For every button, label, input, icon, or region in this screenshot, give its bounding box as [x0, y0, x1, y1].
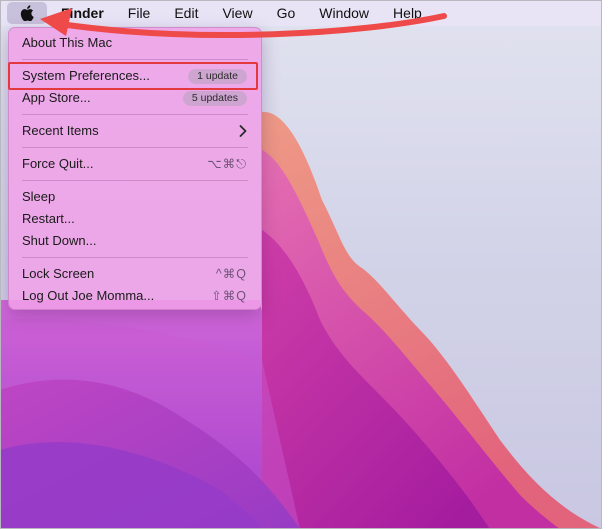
menu-separator [22, 180, 248, 181]
menu-separator [22, 59, 248, 60]
menubar-file[interactable]: File [116, 0, 163, 26]
menubar-edit[interactable]: Edit [162, 0, 210, 26]
menu-item-label: Sleep [22, 189, 56, 204]
menu-item-log-out[interactable]: Log Out Joe Momma... ⇧⌘Q [9, 285, 261, 307]
menu-item-force-quit[interactable]: Force Quit... ⌥⌘⎋ [9, 153, 261, 175]
chevron-right-icon [239, 125, 247, 137]
apple-menu-dropdown: About This Mac System Preferences... 1 u… [8, 27, 262, 310]
update-badge: 1 update [188, 68, 247, 84]
menu-item-about-this-mac[interactable]: About This Mac [9, 32, 261, 54]
menubar-window[interactable]: Window [307, 0, 381, 26]
menu-item-lock-screen[interactable]: Lock Screen ^⌘Q [9, 263, 261, 285]
menu-item-shut-down[interactable]: Shut Down... [9, 230, 261, 252]
menu-separator [22, 114, 248, 115]
menu-item-sleep[interactable]: Sleep [9, 186, 261, 208]
menu-item-restart[interactable]: Restart... [9, 208, 261, 230]
menu-bar: Finder File Edit View Go Window Help [1, 0, 601, 26]
menubar-go[interactable]: Go [265, 0, 308, 26]
menu-item-system-preferences[interactable]: System Preferences... 1 update [9, 65, 261, 87]
menubar-finder[interactable]: Finder [49, 0, 116, 26]
keyboard-shortcut: ^⌘Q [215, 267, 247, 281]
menu-item-label: Recent Items [22, 123, 99, 138]
keyboard-shortcut: ⌥⌘⎋ [207, 157, 247, 171]
update-badge: 5 updates [182, 90, 247, 106]
menu-item-label: System Preferences... [22, 68, 150, 83]
menu-item-label: Restart... [22, 211, 75, 226]
menu-item-label: Lock Screen [22, 266, 95, 281]
menu-item-app-store[interactable]: App Store... 5 updates [9, 87, 261, 109]
menu-item-label: Shut Down... [22, 233, 97, 248]
menu-separator [22, 147, 248, 148]
menu-item-label: App Store... [22, 90, 91, 105]
apple-logo-icon [20, 5, 34, 21]
keyboard-shortcut: ⇧⌘Q [211, 289, 247, 303]
menu-item-recent-items[interactable]: Recent Items [9, 120, 261, 142]
menu-separator [22, 257, 248, 258]
apple-menu-button[interactable] [7, 2, 47, 24]
menu-item-label: About This Mac [22, 35, 113, 50]
menu-item-label: Log Out Joe Momma... [22, 288, 155, 303]
menubar-view[interactable]: View [210, 0, 264, 26]
menubar-help[interactable]: Help [381, 0, 434, 26]
menu-item-label: Force Quit... [22, 156, 94, 171]
